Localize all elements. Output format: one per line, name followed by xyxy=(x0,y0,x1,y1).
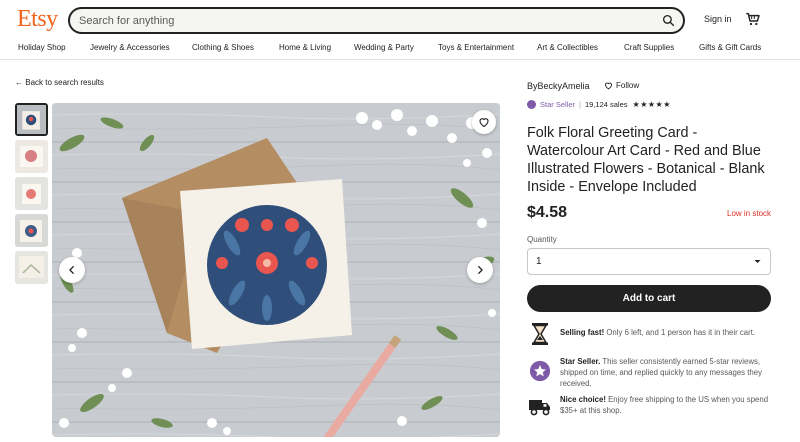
search-bar xyxy=(68,7,685,34)
cart-button[interactable] xyxy=(745,11,761,27)
star-seller-notice-title: Star Seller. xyxy=(560,357,601,366)
stock-status: Low in stock xyxy=(727,209,772,218)
category-link[interactable]: Clothing & Shoes xyxy=(192,43,254,52)
truck-icon xyxy=(527,393,553,419)
sign-in-link[interactable]: Sign in xyxy=(704,14,732,24)
separator: | xyxy=(579,100,581,109)
selling-fast-title: Selling fast! xyxy=(560,328,605,337)
listing-title: Folk Floral Greeting Card - Watercolour … xyxy=(527,125,765,195)
search-button[interactable] xyxy=(653,9,683,32)
header-divider xyxy=(0,59,800,60)
star-seller-badge-icon xyxy=(527,100,536,109)
sales-count: 19,124 sales xyxy=(584,100,628,109)
category-link[interactable]: Jewelry & Accessories xyxy=(90,43,170,52)
etsy-logo[interactable]: Etsy xyxy=(17,6,58,33)
category-link[interactable]: Holiday Shop xyxy=(18,43,66,52)
category-link[interactable]: Wedding & Party xyxy=(354,43,414,52)
rating-stars[interactable]: ★★★★★ xyxy=(633,100,671,109)
seller-info: Star Seller | 19,124 sales ★★★★★ xyxy=(527,100,671,109)
thumbnail-image[interactable] xyxy=(15,251,48,284)
thumbnail-image[interactable] xyxy=(15,140,48,173)
nice-choice-title: Nice choice! xyxy=(560,395,606,404)
back-link-label: Back to search results xyxy=(25,78,104,87)
hourglass-icon xyxy=(527,321,553,347)
back-to-results-link[interactable]: ← Back to search results xyxy=(15,78,104,87)
category-link[interactable]: Home & Living xyxy=(279,43,331,52)
shop-name-link[interactable]: ByBeckyAmelia xyxy=(527,81,590,91)
product-image xyxy=(52,103,500,437)
chevron-right-icon xyxy=(478,266,483,274)
category-nav: Holiday Shop Jewelry & Accessories Cloth… xyxy=(0,43,800,59)
thumbnail-image[interactable] xyxy=(15,177,48,210)
arrow-left-icon: ← xyxy=(15,78,26,87)
category-link[interactable]: Craft Supplies xyxy=(624,43,674,52)
heart-icon xyxy=(479,118,489,128)
chevron-left-icon xyxy=(69,266,74,274)
add-to-cart-button[interactable]: Add to cart xyxy=(527,285,771,312)
quantity-value: 1 xyxy=(536,256,542,267)
thumbnail-image[interactable] xyxy=(15,103,48,136)
category-link[interactable]: Toys & Entertainment xyxy=(438,43,514,52)
cart-icon xyxy=(746,12,760,26)
heart-icon xyxy=(605,82,612,90)
thumbnail-image[interactable] xyxy=(15,214,48,247)
next-image-button[interactable] xyxy=(467,257,493,283)
star-seller-label[interactable]: Star Seller xyxy=(540,100,575,109)
quantity-label: Quantity xyxy=(527,235,557,244)
selling-fast-text: Only 6 left, and 1 person has it in thei… xyxy=(604,328,756,337)
quantity-select[interactable]: 1 xyxy=(527,248,771,275)
price: $4.58 xyxy=(527,204,568,221)
category-link[interactable]: Art & Collectibles xyxy=(537,43,598,52)
search-icon xyxy=(662,14,674,27)
favorite-button[interactable] xyxy=(472,110,496,134)
star-seller-icon xyxy=(527,358,553,384)
previous-image-button[interactable] xyxy=(59,257,85,283)
search-input[interactable] xyxy=(70,9,653,32)
follow-button[interactable]: Follow xyxy=(604,81,639,90)
category-link[interactable]: Gifts & Gift Cards xyxy=(699,43,761,52)
chevron-down-icon xyxy=(754,260,761,263)
follow-label: Follow xyxy=(616,81,640,90)
